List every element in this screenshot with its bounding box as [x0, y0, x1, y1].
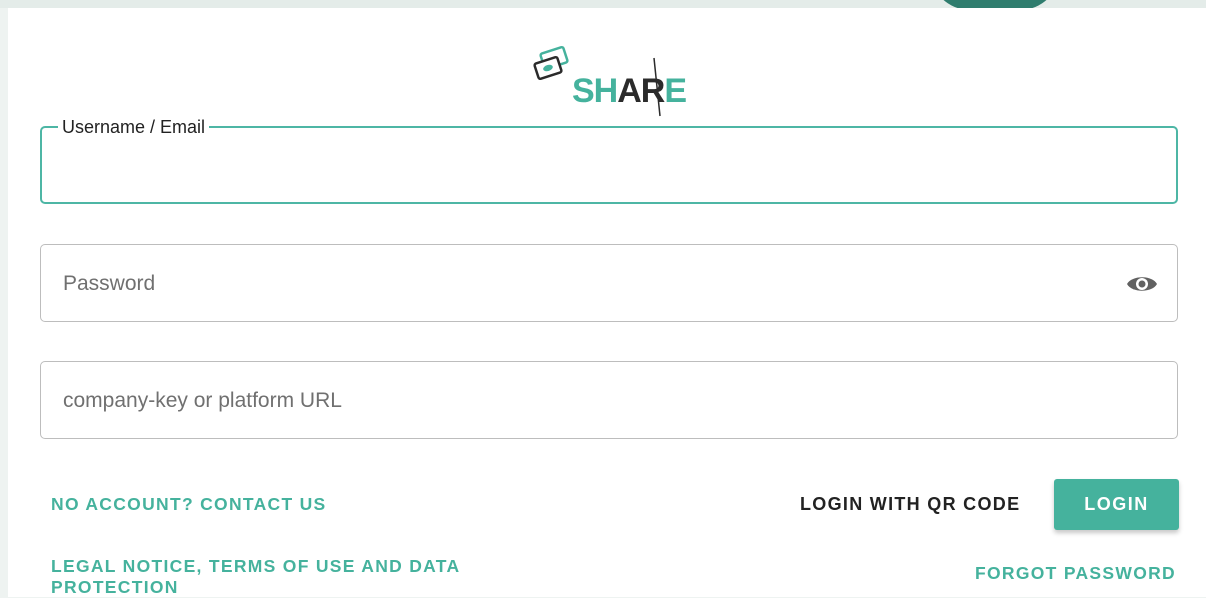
password-field[interactable] — [40, 244, 1178, 323]
login-button[interactable]: LOGIN — [1054, 479, 1179, 530]
password-input[interactable] — [61, 245, 1115, 323]
company-key-field[interactable] — [40, 361, 1178, 440]
eye-icon[interactable] — [1125, 269, 1159, 299]
svg-text:SHARE: SHARE — [572, 72, 686, 110]
forgot-password-link[interactable]: FORGOT PASSWORD — [975, 563, 1176, 584]
contact-us-link[interactable]: NO ACCOUNT? CONTACT US — [51, 494, 327, 515]
company-key-input[interactable] — [61, 362, 1115, 440]
login-with-qr-button[interactable]: LOGIN WITH QR CODE — [800, 492, 1020, 516]
username-input[interactable] — [62, 128, 1116, 204]
camera-cards-icon — [533, 45, 569, 81]
username-field[interactable]: Username / Email — [40, 116, 1178, 204]
share-logo: SHARE — [533, 45, 687, 117]
legal-notice-link[interactable]: LEGAL NOTICE, TERMS OF USE AND DATA PROT… — [51, 556, 471, 598]
